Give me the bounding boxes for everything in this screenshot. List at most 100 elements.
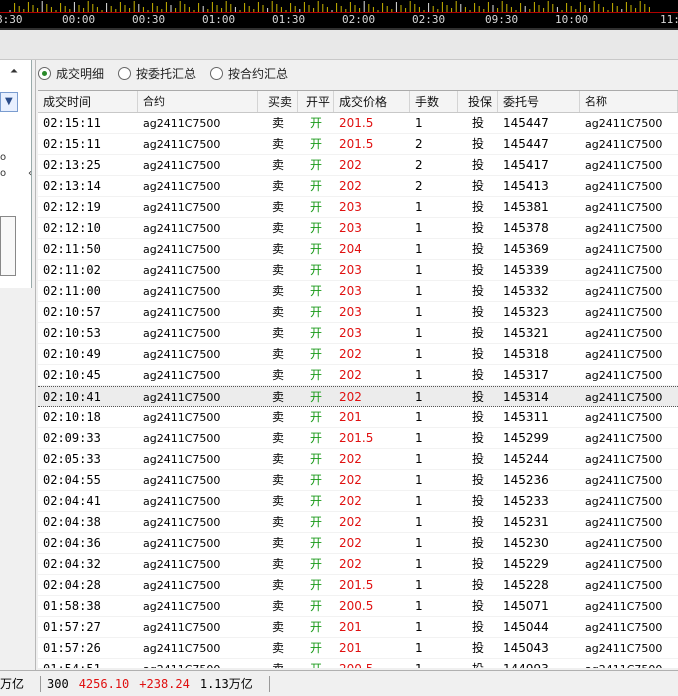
cell-contract: ag2411C7500 [143, 285, 221, 298]
cell-lots: 1 [415, 515, 423, 529]
table-row[interactable]: 02:13:14 ag2411C7500 卖 开 202 2 投 145413 ag2411C7… [38, 176, 678, 197]
table-row[interactable]: 02:10:53 ag2411C7500 卖 开 203 1 投 145321 ag2411C7… [38, 323, 678, 344]
cell-trade-price: 200.5 [334, 659, 410, 668]
cell-name: ag2411C7500 [585, 243, 663, 256]
column-header[interactable]: 买卖 [258, 91, 298, 112]
cell-hedge-flag: 投 [471, 410, 484, 424]
cell-hedge-flag: 投 [471, 494, 484, 508]
panel-button[interactable] [0, 216, 16, 276]
cell-name: ag2411C7500 [585, 495, 663, 508]
cell-open-close: 开 [309, 179, 322, 193]
table-row[interactable]: 02:04:38 ag2411C7500 卖 开 202 1 投 145231 ag2411C7… [38, 512, 678, 533]
cell-contract: ag2411C7500 [143, 411, 221, 424]
column-header[interactable]: 委托号 [498, 91, 580, 112]
tab-trade-detail[interactable]: 成交明细 [38, 62, 104, 84]
tab-by-contract[interactable]: 按合约汇总 [210, 62, 288, 84]
cell-lots: 1 [415, 641, 423, 655]
cell-hedge-flag: 投 [458, 659, 498, 668]
cell-side: 卖 [271, 620, 284, 634]
cell-side: 卖 [271, 158, 284, 172]
table-row[interactable]: 02:11:50 ag2411C7500 卖 开 204 1 投 145369 ag2411C7… [38, 239, 678, 260]
table-row[interactable]: 02:04:55 ag2411C7500 卖 开 202 1 投 145236 ag2411C7… [38, 470, 678, 491]
table-row[interactable]: 02:04:36 ag2411C7500 卖 开 202 1 投 145230 ag2411C7… [38, 533, 678, 554]
cell-hedge-flag: 投 [471, 536, 484, 550]
column-header[interactable]: 手数 [410, 91, 458, 112]
radio-partial-icon[interactable]: o [0, 168, 6, 179]
cell-name: ag2411C7500 [585, 621, 663, 634]
cell-name: ag2411C7500 [585, 600, 663, 613]
table-row[interactable]: 01:57:27 ag2411C7500 卖 开 201 1 投 145044 ag2411C7… [38, 617, 678, 638]
tab-by-order[interactable]: 按委托汇总 [118, 62, 196, 84]
cell-side: 卖 [271, 452, 284, 466]
cell-trade-price: 203 [339, 221, 362, 235]
tab-label: 成交明细 [56, 66, 105, 81]
cell-trade-time: 02:04:32 [43, 557, 101, 571]
table-row[interactable]: 01:58:38 ag2411C7500 卖 开 200.5 1 投 145071 ag2411… [38, 596, 678, 617]
cell-contract: ag2411C7500 [143, 516, 221, 529]
table-row[interactable]: 02:09:33 ag2411C7500 卖 开 201.5 1 投 145299 ag2411… [38, 428, 678, 449]
collapse-up-icon[interactable]: ⏶ [10, 66, 18, 77]
table-row[interactable]: 02:12:19 ag2411C7500 卖 开 203 1 投 145381 ag2411C7… [38, 197, 678, 218]
table-row[interactable]: 02:10:41 ag2411C7500 卖 开 202 1 投 145314 ag2411C7… [38, 386, 678, 407]
cell-order-id: 145323 [503, 305, 549, 319]
table-row[interactable]: 02:04:41 ag2411C7500 卖 开 202 1 投 145233 ag2411C7… [38, 491, 678, 512]
cell-trade-price: 203 [339, 284, 362, 298]
cell-order-id: 145413 [503, 179, 549, 193]
cell-trade-time: 01:57:26 [43, 641, 101, 655]
table-row[interactable]: 02:12:10 ag2411C7500 卖 开 203 1 投 145378 ag2411C7… [38, 218, 678, 239]
cell-order-id: 145447 [503, 116, 549, 130]
table-row[interactable]: 01:54:51ag2411C7500卖开200.51投144993ag2411… [38, 659, 678, 668]
cell-trade-price: 202 [339, 452, 362, 466]
status-bar: 万亿 300 4256.10 +238.24 1.13万亿 [0, 670, 678, 696]
table-row[interactable]: 02:10:57 ag2411C7500 卖 开 203 1 投 145323 ag2411C7… [38, 302, 678, 323]
table-row[interactable]: 02:11:02 ag2411C7500 卖 开 203 1 投 145339 ag2411C7… [38, 260, 678, 281]
cell-side: 卖 [271, 473, 284, 487]
splitter[interactable] [35, 60, 36, 670]
cell-name: ag2411C7500 [585, 264, 663, 277]
cell-open-close: 开 [309, 473, 322, 487]
view-tabs: 成交明细 按委托汇总 按合约汇总 [38, 62, 302, 84]
trade-table: 成交时间 合约 买卖 开平 成交价格 手数 投保 委托号 名称 02:15:11… [38, 90, 678, 668]
table-row[interactable]: 02:10:18 ag2411C7500 卖 开 201 1 投 145311 ag2411C7… [38, 407, 678, 428]
cell-contract: ag2411C7500 [143, 264, 221, 277]
cell-name: ag2411C7500 [585, 453, 663, 466]
column-header[interactable]: 成交价格 [334, 91, 410, 112]
column-header[interactable]: 开平 [298, 91, 334, 112]
table-row[interactable]: 02:13:25 ag2411C7500 卖 开 202 2 投 145417 ag2411C7… [38, 155, 678, 176]
cell-lots: 1 [415, 200, 423, 214]
table-row[interactable]: 02:04:32 ag2411C7500 卖 开 202 1 投 145229 ag2411C7… [38, 554, 678, 575]
cell-trade-time: 02:13:25 [43, 158, 101, 172]
table-row[interactable]: 01:57:26 ag2411C7500 卖 开 201 1 投 145043 ag2411C7… [38, 638, 678, 659]
cell-name: ag2411C7500 [585, 222, 663, 235]
cell-open-close: 开 [309, 326, 322, 340]
table-row[interactable]: 02:11:00 ag2411C7500 卖 开 203 1 投 145332 ag2411C7… [38, 281, 678, 302]
cell-trade-price: 201.5 [339, 431, 374, 445]
table-row[interactable]: 02:15:11 ag2411C7500 卖 开 201.5 2 投 145447 ag2411… [38, 134, 678, 155]
cell-open-close: 开 [309, 305, 322, 319]
cell-trade-price: 203 [339, 263, 362, 277]
table-row[interactable]: 02:15:11 ag2411C7500 卖 开 201.5 1 投 145447 ag2411… [38, 113, 678, 134]
table-row[interactable]: 02:10:49 ag2411C7500 卖 开 202 1 投 145318 ag2411C7… [38, 344, 678, 365]
radio-off-icon [210, 66, 224, 80]
cell-order-id: 145447 [503, 137, 549, 151]
cell-hedge-flag: 投 [471, 390, 484, 404]
cell-trade-time: 02:09:33 [43, 431, 101, 445]
table-row[interactable]: 02:05:33 ag2411C7500 卖 开 202 1 投 145244 ag2411C7… [38, 449, 678, 470]
column-header[interactable]: 投保 [458, 91, 498, 112]
index-code: 300 [47, 676, 69, 691]
cell-hedge-flag: 投 [471, 179, 484, 193]
cell-hedge-flag: 投 [471, 473, 484, 487]
table-row[interactable]: 02:04:28 ag2411C7500 卖 开 201.5 1 投 145228 ag2411… [38, 575, 678, 596]
column-header[interactable]: 成交时间 [38, 91, 138, 112]
cell-order-id: 145417 [503, 158, 549, 172]
cell-hedge-flag: 投 [471, 116, 484, 130]
radio-partial-icon[interactable]: o [0, 152, 6, 163]
cell-open-close: 开 [309, 137, 322, 151]
column-header[interactable]: 名称 [580, 91, 678, 112]
table-row[interactable]: 02:10:45 ag2411C7500 卖 开 202 1 投 145317 ag2411C7… [38, 365, 678, 386]
column-header[interactable]: 合约 [138, 91, 258, 112]
cell-lots: 1 [415, 494, 423, 508]
dropdown-button[interactable]: ▼ [0, 92, 18, 112]
cell-trade-time: 02:04:55 [43, 473, 101, 487]
cell-side: 卖 [271, 200, 284, 214]
